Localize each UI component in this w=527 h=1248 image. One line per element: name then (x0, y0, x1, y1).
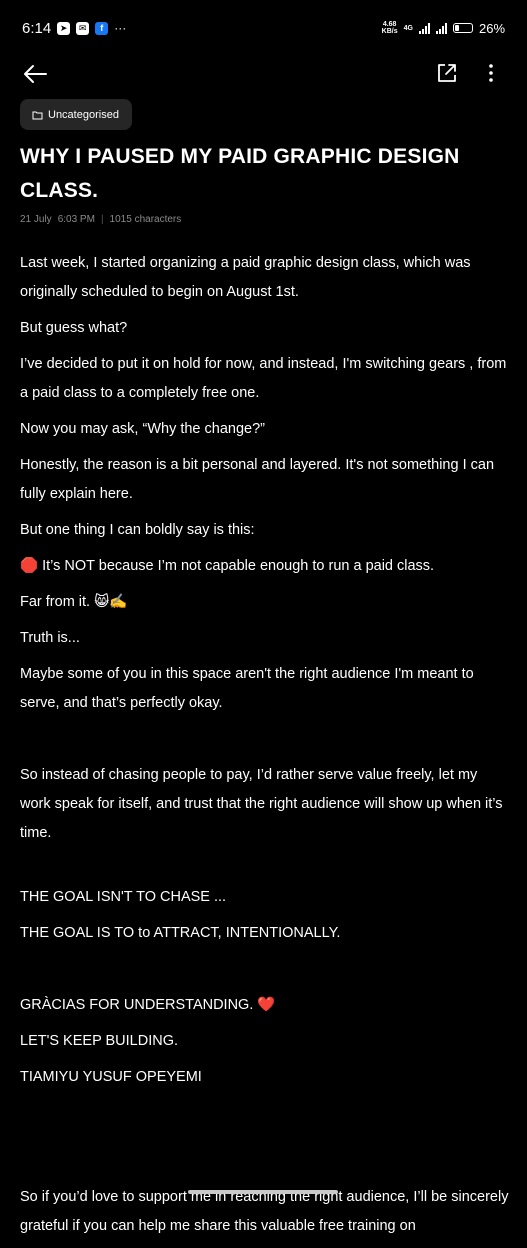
note-char-count: 1015 characters (109, 214, 182, 225)
back-button[interactable] (22, 62, 48, 86)
paragraph: 🛑 It’s NOT because I’m not capable enoug… (20, 558, 435, 574)
share-button[interactable] (436, 62, 458, 84)
paragraph: Now you may ask, “Why the change?” (20, 421, 265, 437)
paragraph: So instead of chasing people to pay, I’d… (20, 767, 503, 841)
category-label: Uncategorised (48, 108, 119, 121)
status-right: 4.68 KB/s 4G 26% (382, 21, 505, 36)
network-type: 4G (403, 24, 413, 32)
status-left: 6:14 ➤ ✉ f ··· (22, 20, 126, 37)
paragraph: But guess what? (20, 320, 128, 336)
note-title[interactable]: WHY I PAUSED MY PAID GRAPHIC DESIGN CLAS… (20, 140, 490, 208)
paragraph: GRÀCIAS FOR UNDERSTANDING. ❤️ (20, 997, 276, 1013)
external-share-icon (438, 64, 456, 82)
note-meta: 21 July 6:03 PM | 1015 characters (20, 214, 181, 225)
network-speed-value: 4.68 (382, 21, 397, 28)
paragraph: LET'S KEEP BUILDING. (20, 1033, 179, 1049)
telegram-icon: ➤ (57, 21, 71, 35)
category-chip[interactable]: Uncategorised (20, 99, 132, 130)
more-options-button[interactable] (484, 62, 498, 84)
folder-icon (32, 111, 43, 119)
signal-1-icon (418, 22, 430, 34)
arrow-left-icon (24, 65, 47, 83)
home-indicator[interactable] (188, 1190, 338, 1194)
network-speed-unit: KB/s (381, 28, 398, 35)
paragraph: Far from it. 😸✍️ (20, 594, 128, 610)
battery-icon (452, 23, 473, 33)
paragraph: THE GOAL IS TO to ATTRACT, INTENTIONALLY… (20, 925, 341, 941)
vertical-ellipsis-icon (489, 64, 493, 82)
paragraph: Truth is... (20, 630, 80, 646)
note-body[interactable]: Last week, I started organizing a paid g… (20, 249, 510, 1248)
paragraph: Maybe some of you in this space aren't t… (20, 666, 474, 711)
signal-2-icon (435, 22, 447, 34)
paragraph: THE GOAL ISN'T TO CHASE ... (20, 889, 227, 905)
paragraph: But one thing I can boldly say is this: (20, 522, 255, 538)
meta-separator: | (100, 214, 104, 225)
toolbar (0, 56, 527, 92)
facebook-icon: f (95, 21, 109, 35)
battery-percent-value: 26 (478, 20, 494, 36)
network-speed: 4.68 KB/s (382, 21, 398, 35)
paragraph: Last week, I started organizing a paid g… (20, 255, 471, 300)
messenger-icon: ✉ (76, 21, 90, 35)
status-time: 6:14 (22, 19, 52, 37)
note-time: 6:03 PM (57, 214, 95, 225)
paragraph: Honestly, the reason is a bit personal a… (20, 457, 495, 502)
paragraph: I’ve decided to put it on hold for now, … (20, 356, 507, 401)
battery-fill (454, 25, 459, 31)
note-date: 21 July (20, 214, 52, 225)
more-notifications-icon: ··· (114, 21, 127, 35)
paragraph: TIAMIYU YUSUF OPEYEMI (20, 1069, 202, 1085)
battery-percent: 26% (478, 20, 505, 36)
status-bar: 6:14 ➤ ✉ f ··· 4.68 KB/s 4G 26% (0, 0, 527, 56)
